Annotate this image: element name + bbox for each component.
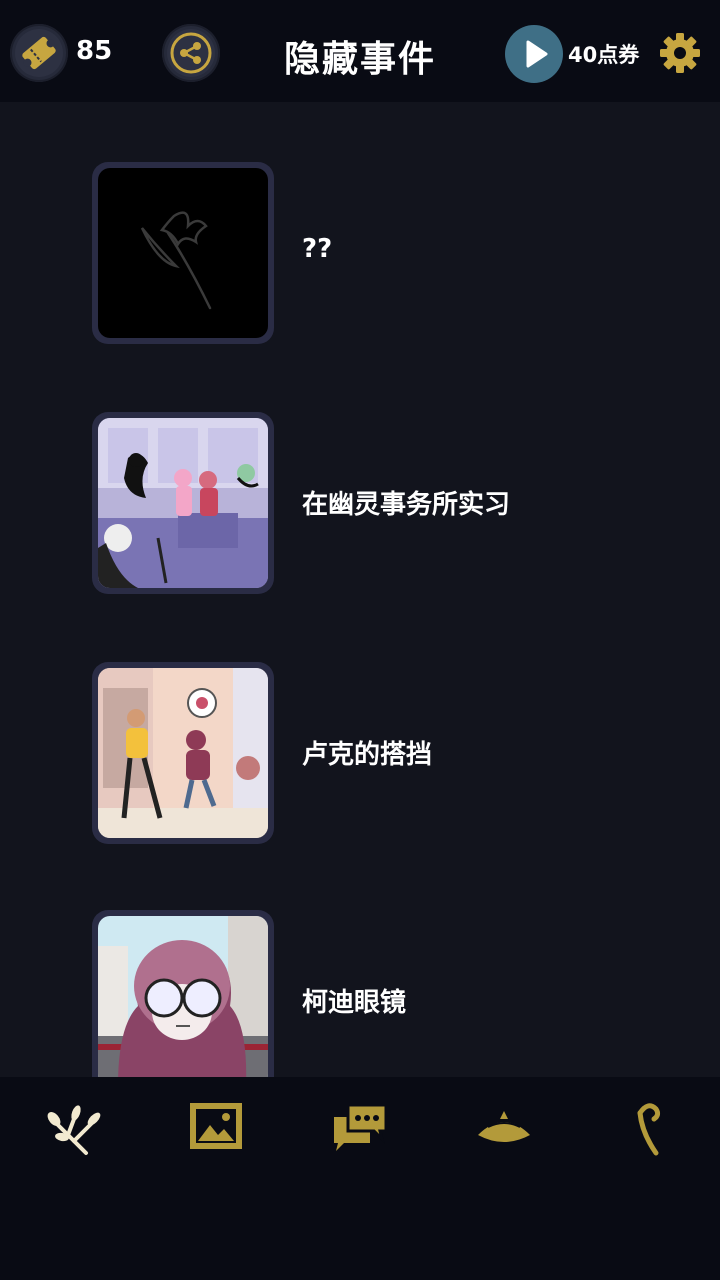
ticket-count: 85: [76, 36, 113, 66]
event-title: 卢克的搭挡: [302, 740, 433, 770]
play-icon: [526, 40, 548, 68]
event-item-ghost-office[interactable]: 在幽灵事务所实习: [92, 412, 692, 596]
event-list: ?? 在幽灵事务所实习 卢克的搭挡 柯迪眼镜: [0, 102, 720, 1077]
event-item-locked[interactable]: ??: [92, 162, 692, 346]
flower-silhouette-icon: [140, 211, 212, 310]
cane-icon: [637, 1103, 661, 1156]
points-label: 40点券: [568, 43, 640, 67]
event-thumbnail: [92, 412, 274, 594]
glasses-portrait-image: [98, 916, 268, 1077]
ticket-icon: [22, 36, 56, 70]
event-title: 在幽灵事务所实习: [302, 490, 511, 520]
page-title: 隐藏事件: [283, 39, 436, 80]
ticket-button[interactable]: [10, 24, 68, 82]
event-title: 柯迪眼镜: [302, 988, 407, 1018]
event-thumbnail: [92, 162, 274, 344]
event-thumbnail: [92, 662, 274, 844]
share-icon: [170, 32, 212, 74]
event-thumbnail: [92, 910, 274, 1077]
hat-icon: [478, 1111, 530, 1142]
top-bar: 85 隐藏事件 40点券: [0, 0, 720, 102]
bottom-nav: [0, 1077, 720, 1280]
event-item-cody-glasses[interactable]: 柯迪眼镜: [92, 910, 692, 1077]
event-title: ??: [302, 234, 333, 264]
watch-ad-button[interactable]: [505, 25, 563, 83]
gear-icon[interactable]: [658, 31, 702, 75]
nav-tab-chat[interactable]: [320, 1097, 400, 1159]
nav-tab-hat[interactable]: [464, 1097, 544, 1159]
ghost-office-image: [98, 418, 268, 588]
nav-tab-gallery[interactable]: [176, 1097, 256, 1159]
chat-icon: [334, 1103, 388, 1151]
share-button[interactable]: [162, 24, 220, 82]
nav-tab-events[interactable]: [34, 1097, 114, 1159]
street-scene-image: [98, 668, 268, 838]
nav-tab-cane[interactable]: [608, 1097, 688, 1159]
gallery-icon: [190, 1103, 242, 1149]
event-item-luke-partner[interactable]: 卢克的搭挡: [92, 662, 692, 846]
branch-icon: [47, 1105, 101, 1155]
